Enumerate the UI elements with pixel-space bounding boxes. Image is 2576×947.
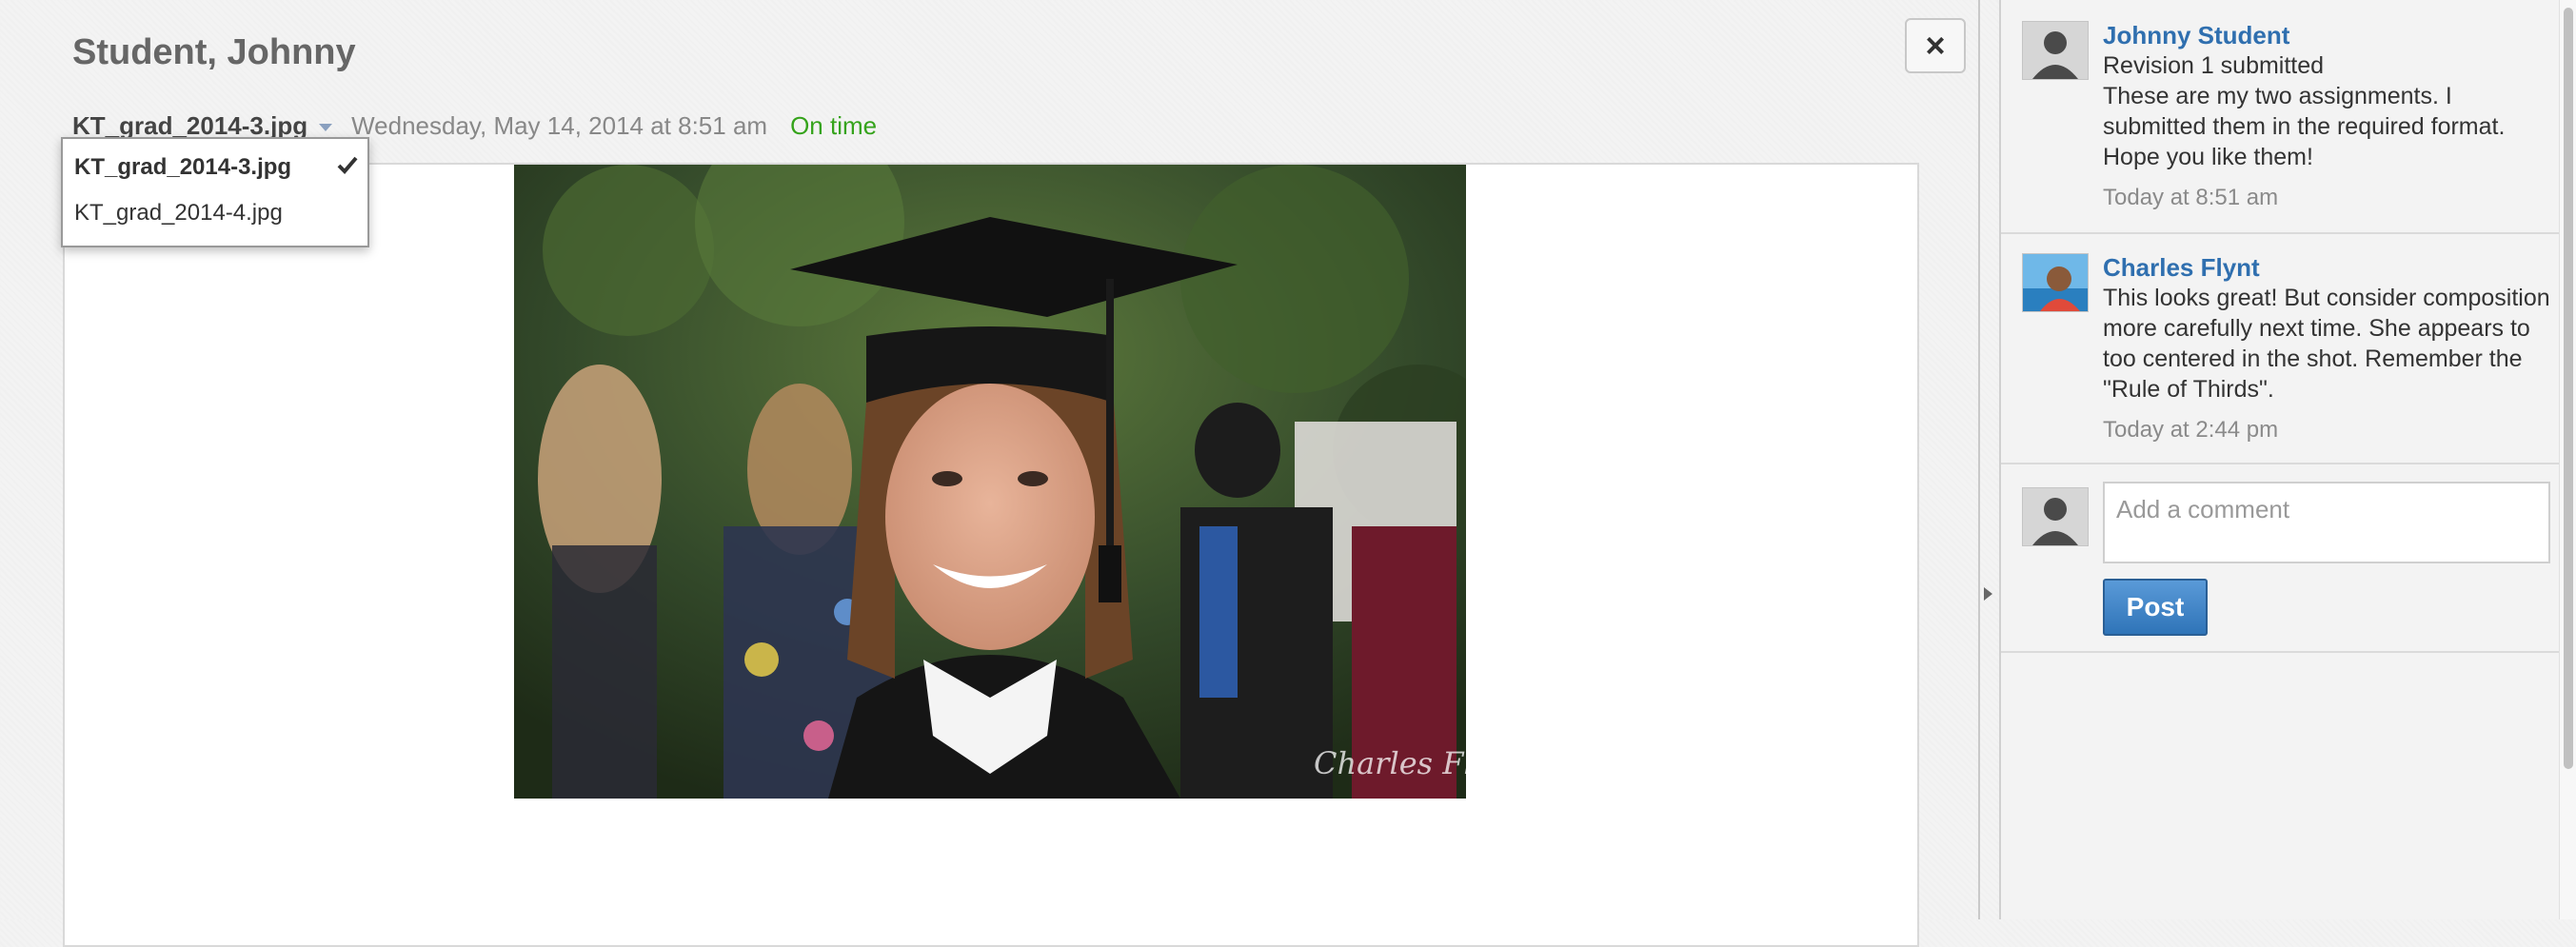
scroll-thumb[interactable] xyxy=(2564,8,2573,769)
file-option[interactable]: KT_grad_2014-4.jpg xyxy=(63,190,367,236)
comment-timestamp: Today at 2:44 pm xyxy=(2103,417,2279,443)
close-button[interactable]: × xyxy=(1905,18,1966,73)
file-select[interactable]: KT_grad_2014-3.jpg xyxy=(72,110,333,141)
comment-author[interactable]: Charles Flynt xyxy=(2103,253,2260,283)
comments-sidebar: Johnny Student Revision 1 submitted Thes… xyxy=(1999,0,2559,919)
comment-revision: Revision 1 submitted xyxy=(2103,52,2325,79)
chevron-down-icon[interactable] xyxy=(319,124,333,131)
post-button[interactable]: Post xyxy=(2103,579,2208,636)
comment-item: Johnny Student Revision 1 submitted Thes… xyxy=(2001,0,2559,234)
avatar[interactable] xyxy=(2022,253,2089,312)
avatar xyxy=(2022,487,2089,546)
checkmark-icon xyxy=(337,156,358,174)
watermark-text: Charles Flynt xyxy=(1314,745,1466,781)
submission-date: Wednesday, May 14, 2014 at 8:51 am xyxy=(351,110,768,140)
comment-input[interactable] xyxy=(2103,482,2550,563)
submission-viewer: Student, Johnny KT_grad_2014-3.jpg Wedne… xyxy=(0,0,1978,947)
compose-divider xyxy=(2001,651,2559,653)
comment-timestamp: Today at 8:51 am xyxy=(2103,185,2279,210)
sidebar-scrollbar[interactable] xyxy=(2559,0,2576,919)
status-badge: On time xyxy=(790,110,878,140)
file-dropdown-menu[interactable]: KT_grad_2014-3.jpg KT_grad_2014-4.jpg xyxy=(61,137,369,247)
student-name-title: Student, Johnny xyxy=(72,32,356,72)
file-option-label: KT_grad_2014-3.jpg xyxy=(74,154,292,180)
file-option-label: KT_grad_2014-4.jpg xyxy=(74,200,283,226)
file-option[interactable]: KT_grad_2014-3.jpg xyxy=(63,145,367,190)
panel-divider xyxy=(1978,0,1980,919)
avatar[interactable] xyxy=(2022,21,2089,80)
comment-text: These are my two assignments. I submitte… xyxy=(2103,83,2506,170)
comment-author[interactable]: Johnny Student xyxy=(2103,21,2289,50)
comment-item: Charles Flynt This looks great! But cons… xyxy=(2001,234,2559,464)
selected-file-label: KT_grad_2014-3.jpg xyxy=(72,110,308,140)
comment-text: This looks great! But consider compositi… xyxy=(2103,285,2550,403)
collapse-sidebar-icon[interactable] xyxy=(1984,587,1992,601)
submission-image: Charles Flynt xyxy=(514,165,1466,799)
